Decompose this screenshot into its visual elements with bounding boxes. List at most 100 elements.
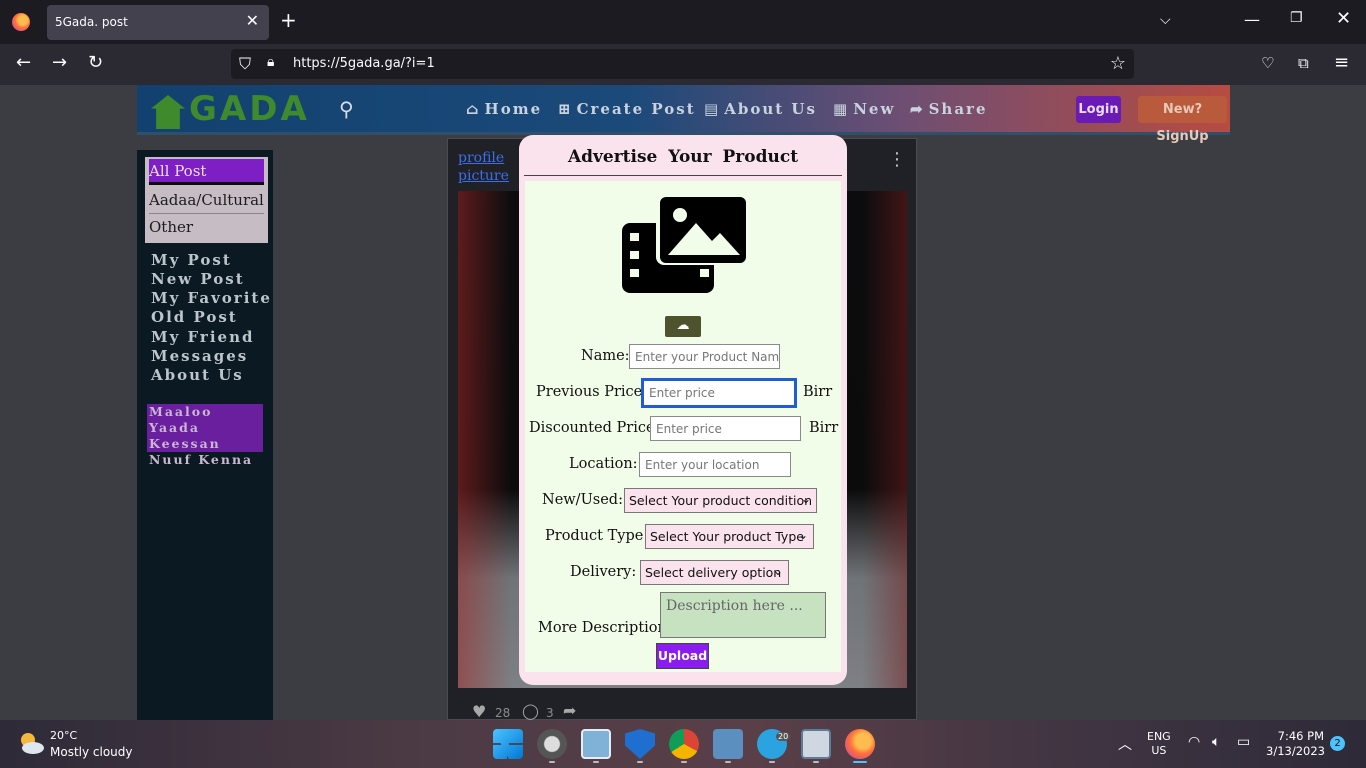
menu-new-label: New xyxy=(853,100,896,118)
sidebar-my-friend[interactable]: My Friend xyxy=(151,328,254,346)
url-bar[interactable]: ⛉ 🔒︎ https://5gada.ga/?i=1 ☆ xyxy=(231,49,1134,79)
menu-create-post[interactable]: ⊞ Create Post xyxy=(558,100,696,118)
new-tab-button[interactable]: + xyxy=(280,10,297,30)
menu-share[interactable]: ➦ Share xyxy=(910,100,987,118)
house-logo-icon xyxy=(151,95,185,129)
weather-temperature[interactable]: 20°C xyxy=(50,729,77,742)
modal-divider xyxy=(524,175,842,176)
upload-button[interactable]: Upload xyxy=(656,643,709,669)
cloud-upload-icon[interactable]: ☁ xyxy=(665,316,701,337)
profile-picture-link[interactable]: profile picture xyxy=(458,149,509,185)
category-aadaa-cultural[interactable]: Aadaa/Cultural xyxy=(149,188,264,214)
sidebar-new-post[interactable]: New Post xyxy=(151,270,245,288)
comment-icon[interactable]: ◯ xyxy=(522,702,539,720)
extensions-icon[interactable]: ⧉ xyxy=(1298,54,1309,72)
menu-home[interactable]: ⌂ Home xyxy=(466,100,542,118)
product-type-select[interactable]: Select Your product Type ⌄ xyxy=(645,524,814,549)
sidebar-messages[interactable]: Messages xyxy=(151,347,248,365)
close-window-button[interactable]: ✕ xyxy=(1336,8,1351,29)
category-all-post[interactable]: All Post xyxy=(149,159,264,185)
reload-icon[interactable]: ↻ xyxy=(88,52,103,73)
menu-new[interactable]: ▦ New xyxy=(833,100,895,118)
search-icon[interactable]: ⚲ xyxy=(339,97,354,121)
app-active-indicator xyxy=(853,761,867,763)
delivery-select-value: Select delivery option xyxy=(645,565,782,580)
app-running-indicator xyxy=(813,761,819,763)
app-running-indicator xyxy=(725,761,731,763)
tab-list-chevron-icon[interactable]: ⌵ xyxy=(1160,12,1171,28)
chrome-icon[interactable] xyxy=(669,729,699,759)
advertise-form: ☁ Name: Enter your Product Name Previous… xyxy=(525,181,841,672)
app-running-indicator xyxy=(681,761,687,763)
language-code: ENG xyxy=(1147,730,1171,743)
sidebar-my-post[interactable]: My Post xyxy=(151,251,232,269)
sidebar-old-post[interactable]: Old Post xyxy=(151,308,238,326)
battery-icon[interactable]: ▭ xyxy=(1237,734,1250,750)
system-clock[interactable]: 7:46 PM 3/13/2023 xyxy=(1266,729,1325,759)
language-indicator[interactable]: ENG US xyxy=(1147,730,1171,758)
discounted-price-unit: Birr xyxy=(809,420,839,436)
app-running-indicator xyxy=(769,761,775,763)
bookmark-star-icon[interactable]: ☆ xyxy=(1110,53,1126,74)
site-logo[interactable]: GADA xyxy=(151,89,310,129)
previous-price-input[interactable]: Enter price xyxy=(641,378,797,408)
windows-start-icon[interactable] xyxy=(493,729,523,759)
heart-icon[interactable]: ♥ xyxy=(472,702,486,720)
cloudy-weather-icon[interactable] xyxy=(16,730,46,756)
sidebar-about-us[interactable]: About Us xyxy=(151,366,244,384)
pocket-icon[interactable]: ♡ xyxy=(1261,54,1274,72)
login-button[interactable]: Login xyxy=(1076,96,1121,123)
product-type-select-value: Select Your product Type xyxy=(650,529,804,544)
task-manager-icon[interactable] xyxy=(801,729,831,759)
defender-shield-icon[interactable] xyxy=(625,729,655,759)
menu-about-us[interactable]: ▤ About Us xyxy=(704,100,817,118)
shield-icon[interactable]: ⛉ xyxy=(239,54,251,74)
tab-title: 5Gada. post xyxy=(55,15,128,29)
product-type-label: Product Type: xyxy=(545,528,649,544)
discounted-price-input[interactable]: Enter price xyxy=(650,416,801,441)
hamburger-menu-icon[interactable]: ≡ xyxy=(1334,52,1349,73)
location-input[interactable]: Enter your location xyxy=(639,452,791,477)
description-textarea[interactable]: Description here ... xyxy=(660,592,826,638)
firefox-taskbar-icon[interactable] xyxy=(845,729,875,759)
settings-gear-icon[interactable] xyxy=(537,729,567,759)
category-other[interactable]: Other xyxy=(149,215,264,241)
back-arrow-icon[interactable]: ← xyxy=(16,52,31,73)
file-manager-icon[interactable] xyxy=(713,729,743,759)
discounted-price-label: Discounted Price: xyxy=(529,420,660,436)
clock-date: 3/13/2023 xyxy=(1266,744,1325,758)
share-arrow-icon[interactable]: ➦ xyxy=(563,701,576,720)
previous-price-label: Previous Price: xyxy=(536,384,648,400)
home-icon: ⌂ xyxy=(466,100,481,118)
clock-time: 7:46 PM xyxy=(1277,729,1324,743)
chevron-down-icon: ⌄ xyxy=(797,528,808,542)
lock-icon[interactable]: 🔒︎ xyxy=(267,54,274,70)
forward-arrow-icon[interactable]: → xyxy=(52,52,67,73)
browser-nav-bar: ← → ↻ ⛉ 🔒︎ https://5gada.ga/?i=1 ☆ ♡ ⧉ ≡ xyxy=(0,44,1366,85)
condition-select-value: Select Your product condition xyxy=(629,493,813,508)
menu-share-label: Share xyxy=(928,100,988,118)
notification-badge[interactable]: 2 xyxy=(1330,736,1345,751)
menu-home-label: Home xyxy=(484,100,543,118)
volume-icon[interactable]: 🔈︎ xyxy=(1212,734,1220,750)
control-panel-icon[interactable] xyxy=(581,729,611,759)
menu-about-us-label: About Us xyxy=(724,100,817,118)
id-card-icon: ▤ xyxy=(704,100,721,118)
signup-button[interactable]: New? SignUp xyxy=(1138,96,1227,144)
logo-text: GADA xyxy=(189,89,310,129)
firefox-icon[interactable] xyxy=(12,13,30,31)
browser-tab[interactable]: 5Gada. post ✕ xyxy=(47,5,269,40)
feedback-promo[interactable]: Maaloo Yaada Keessan Nuuf Kenna xyxy=(147,404,263,467)
condition-select[interactable]: Select Your product condition ⌄ xyxy=(624,488,817,513)
delivery-select[interactable]: Select delivery option ⌄ xyxy=(640,560,789,585)
tray-chevron-up-icon[interactable]: ︿ xyxy=(1118,734,1132,754)
url-text[interactable]: https://5gada.ga/?i=1 xyxy=(293,56,435,71)
restore-button[interactable]: ❐ xyxy=(1290,10,1303,26)
tab-close-icon[interactable]: ✕ xyxy=(246,11,259,30)
sidebar-my-favorite[interactable]: My Favorite xyxy=(151,289,272,307)
wifi-icon[interactable]: ◠ xyxy=(1188,734,1200,750)
more-options-icon[interactable]: ⋮ xyxy=(888,151,906,169)
product-name-input[interactable]: Enter your Product Name xyxy=(629,344,780,369)
weather-description[interactable]: Mostly cloudy xyxy=(50,745,133,759)
minimize-button[interactable]: — xyxy=(1244,10,1260,29)
